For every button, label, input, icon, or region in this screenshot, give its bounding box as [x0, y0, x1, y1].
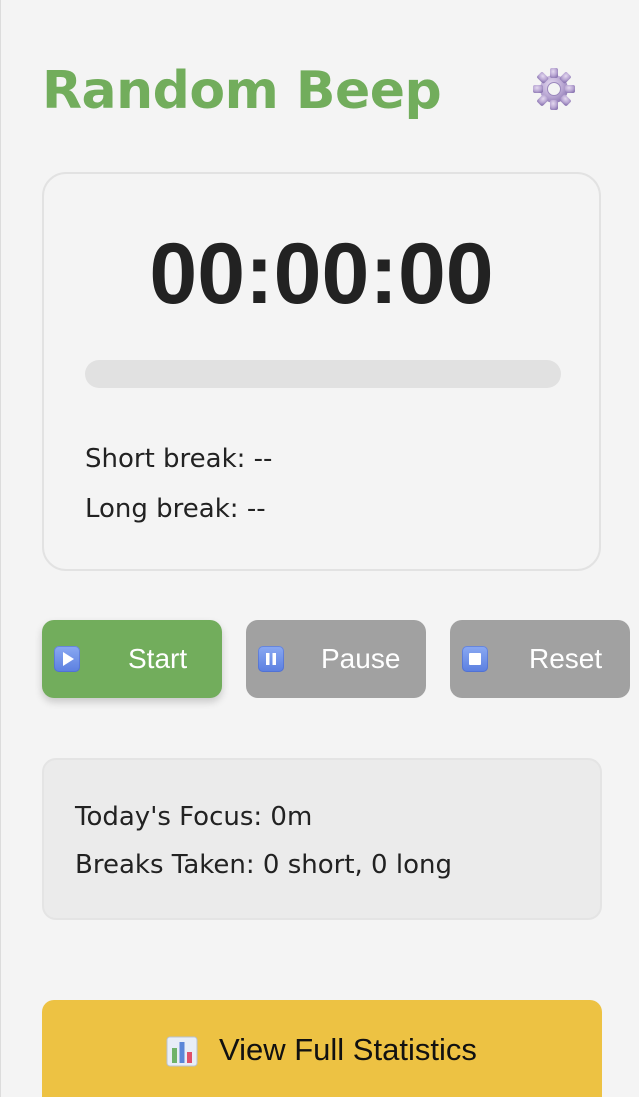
todays-focus-label: Today's Focus: 0m: [75, 802, 313, 832]
pause-button-label: Pause: [321, 643, 401, 674]
daily-stats-card: Today's Focus: 0m Breaks Taken: 0 short,…: [42, 758, 602, 920]
start-button-label: Start: [128, 643, 188, 674]
breaks-taken-label: Breaks Taken: 0 short, 0 long: [75, 850, 452, 880]
timer-card: 00:00:00 Short break: -- Long break: --: [42, 172, 601, 571]
settings-button[interactable]: [531, 66, 577, 112]
view-full-statistics-button[interactable]: View Full Statistics: [42, 1000, 602, 1097]
long-break-label: Long break: --: [85, 494, 266, 524]
pause-icon: [258, 646, 284, 672]
reset-button[interactable]: Reset: [450, 620, 630, 698]
app-container: Random Beep 00:00:00 Short break: -- Lon…: [0, 0, 639, 1097]
pause-button[interactable]: Pause: [246, 620, 426, 698]
stop-icon: [462, 646, 488, 672]
progress-bar: [85, 360, 561, 388]
gear-icon: [533, 68, 575, 110]
start-button[interactable]: Start: [42, 620, 222, 698]
view-full-statistics-label: View Full Statistics: [219, 1032, 477, 1067]
bar-chart-icon: [165, 1034, 199, 1068]
play-icon: [54, 646, 80, 672]
app-title: Random Beep: [42, 61, 442, 121]
short-break-label: Short break: --: [85, 444, 273, 474]
timer-display: 00:00:00: [149, 226, 494, 322]
reset-button-label: Reset: [529, 643, 603, 674]
